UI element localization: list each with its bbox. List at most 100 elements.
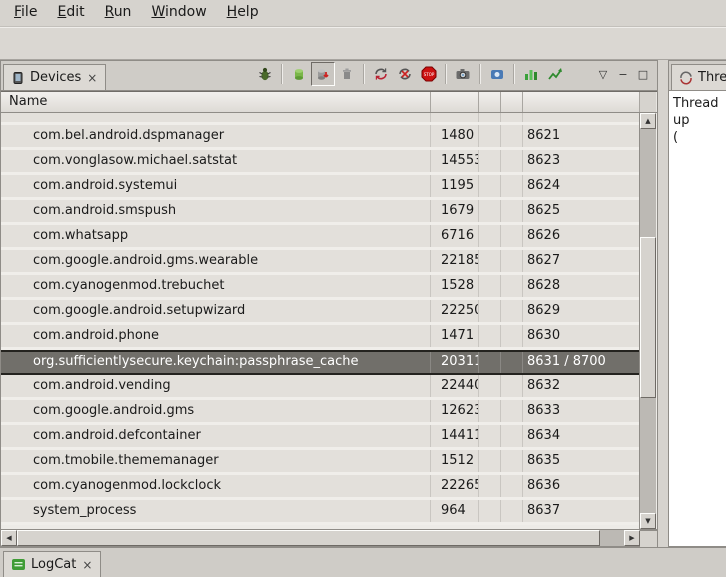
table-row[interactable]: com.android.systemui 1195 8624 bbox=[1, 175, 639, 200]
threads-message-line-1: Thread up bbox=[673, 95, 726, 129]
video-icon bbox=[489, 66, 505, 82]
row-pid: 1195 bbox=[431, 175, 479, 197]
tab-devices[interactable]: Devices × bbox=[3, 64, 106, 90]
scrollbar-corner bbox=[640, 530, 657, 547]
column-header-s2[interactable] bbox=[501, 92, 523, 112]
table-row[interactable]: org.sufficientlysecure.keychain:passphra… bbox=[1, 350, 639, 375]
horizontal-scroll-thumb[interactable] bbox=[17, 530, 600, 546]
menu-item[interactable]: Run bbox=[95, 0, 142, 26]
table-row[interactable]: com.google.android.gms 12623 8633 bbox=[1, 400, 639, 425]
close-icon[interactable]: × bbox=[81, 558, 93, 572]
column-header-s1[interactable] bbox=[479, 92, 501, 112]
column-header-name[interactable]: Name bbox=[1, 92, 431, 112]
menu-item[interactable]: Window bbox=[141, 0, 216, 26]
row-port: 8633 bbox=[523, 400, 639, 422]
panel-sash[interactable] bbox=[658, 60, 668, 547]
screen-capture-button[interactable] bbox=[451, 62, 475, 86]
table-row[interactable]: com.android.smspush 1679 8625 bbox=[1, 200, 639, 225]
capture-video-button[interactable] bbox=[485, 62, 509, 86]
row-name: com.cyanogenmod.trebuchet bbox=[1, 275, 431, 297]
vertical-scrollbar[interactable]: ▲ ▼ bbox=[639, 113, 656, 529]
toolbar-separator bbox=[513, 64, 515, 84]
start-method-profiling-button[interactable] bbox=[393, 62, 417, 86]
dump-hprof-button[interactable] bbox=[311, 62, 335, 86]
scroll-left-button[interactable]: ◀ bbox=[1, 530, 17, 546]
row-pid: 12623 bbox=[431, 400, 479, 422]
maximize-button[interactable]: □ bbox=[633, 64, 653, 84]
vertical-scroll-track[interactable] bbox=[640, 129, 656, 513]
tab-threads[interactable]: Threads × bbox=[671, 64, 726, 90]
row-name: com.vonglasow.michael.satstat bbox=[1, 150, 431, 172]
allocation-tracker-button[interactable] bbox=[519, 62, 543, 86]
close-icon[interactable]: × bbox=[86, 71, 98, 85]
row-pid: 22265 bbox=[431, 475, 479, 497]
scroll-up-button[interactable]: ▲ bbox=[640, 113, 656, 129]
tab-logcat-label: LogCat bbox=[31, 557, 76, 572]
table-row[interactable]: com.android.phone 1471 8630 bbox=[1, 325, 639, 350]
table-row[interactable]: com.bel.android.dspmanager 1480 8621 bbox=[1, 125, 639, 150]
table-row[interactable]: com.android.defcontainer 14411 8634 bbox=[1, 425, 639, 450]
row-pid: 22440 bbox=[431, 375, 479, 397]
row-port: 8632 bbox=[523, 375, 639, 397]
row-port: 8630 bbox=[523, 325, 639, 347]
row-pid: 1512 bbox=[431, 450, 479, 472]
horizontal-scroll-track[interactable] bbox=[17, 530, 624, 546]
table-row[interactable]: com.whatsapp 6716 8626 bbox=[1, 225, 639, 250]
cause-gc-button[interactable] bbox=[335, 62, 359, 86]
menu-item[interactable]: File bbox=[4, 0, 47, 26]
menu-item[interactable]: Help bbox=[217, 0, 269, 26]
row-name: com.tmobile.thememanager bbox=[1, 450, 431, 472]
minimize-button[interactable]: − bbox=[613, 64, 633, 84]
stop-process-button[interactable]: STOP bbox=[417, 62, 441, 86]
table-row-partial[interactable] bbox=[1, 113, 639, 125]
svg-text:STOP: STOP bbox=[424, 72, 435, 77]
row-pid: 14411 bbox=[431, 425, 479, 447]
table-row[interactable]: com.cyanogenmod.trebuchet 1528 8628 bbox=[1, 275, 639, 300]
row-name: com.android.defcontainer bbox=[1, 425, 431, 447]
row-name: com.android.smspush bbox=[1, 200, 431, 222]
toolbar-separator bbox=[479, 64, 481, 84]
debug-process-button[interactable] bbox=[253, 62, 277, 86]
table-row[interactable]: com.tmobile.thememanager 1512 8635 bbox=[1, 450, 639, 475]
devices-toolbar: STOP bbox=[253, 60, 657, 90]
table-row[interactable]: com.cyanogenmod.lockclock 22265 8636 bbox=[1, 475, 639, 500]
logcat-tab-bar: LogCat × bbox=[0, 547, 726, 577]
row-name: com.whatsapp bbox=[1, 225, 431, 247]
scroll-right-button[interactable]: ▶ bbox=[624, 530, 640, 546]
vertical-scroll-thumb[interactable] bbox=[640, 237, 656, 398]
table-viewport: com.bel.android.dspmanager 1480 8621 com… bbox=[1, 113, 657, 529]
table-row[interactable]: com.android.vending 22440 8632 bbox=[1, 375, 639, 400]
threads-panel: Threads × Thread up ( bbox=[668, 60, 726, 547]
row-name: com.google.android.gms.wearable bbox=[1, 250, 431, 272]
row-pid: 22185 bbox=[431, 250, 479, 272]
view-menu-button[interactable]: ▽ bbox=[593, 64, 613, 84]
toolbar-separator bbox=[445, 64, 447, 84]
column-header-pid[interactable] bbox=[431, 92, 479, 112]
tab-devices-label: Devices bbox=[30, 70, 81, 85]
camera-icon bbox=[455, 66, 471, 82]
column-header-port[interactable] bbox=[523, 92, 639, 112]
row-pid: 1528 bbox=[431, 275, 479, 297]
tab-logcat[interactable]: LogCat × bbox=[3, 551, 101, 577]
row-name: com.cyanogenmod.lockclock bbox=[1, 475, 431, 497]
update-heap-button[interactable] bbox=[287, 62, 311, 86]
table-row[interactable]: com.google.android.setupwizard 22250 862… bbox=[1, 300, 639, 325]
threads-tab-bar: Threads × bbox=[669, 61, 726, 91]
logcat-icon bbox=[11, 557, 26, 572]
table-header: Name bbox=[1, 92, 657, 113]
hprof-icon bbox=[315, 66, 331, 82]
scroll-down-button[interactable]: ▼ bbox=[640, 513, 656, 529]
tab-threads-label: Threads bbox=[698, 70, 726, 85]
table-row[interactable]: system_process 964 8637 bbox=[1, 500, 639, 525]
table-row[interactable]: com.vonglasow.michael.satstat 14553 8623 bbox=[1, 150, 639, 175]
table-row[interactable]: com.google.android.gms.wearable 22185 86… bbox=[1, 250, 639, 275]
trash-icon bbox=[339, 66, 355, 82]
row-name: system_process bbox=[1, 500, 431, 522]
update-threads-button[interactable] bbox=[369, 62, 393, 86]
row-name: com.bel.android.dspmanager bbox=[1, 125, 431, 147]
network-stats-button[interactable] bbox=[543, 62, 567, 86]
row-port: 8626 bbox=[523, 225, 639, 247]
horizontal-scrollbar[interactable]: ◀ ▶ bbox=[1, 529, 657, 546]
menu-item[interactable]: Edit bbox=[47, 0, 94, 26]
main-toolbar bbox=[0, 27, 726, 60]
